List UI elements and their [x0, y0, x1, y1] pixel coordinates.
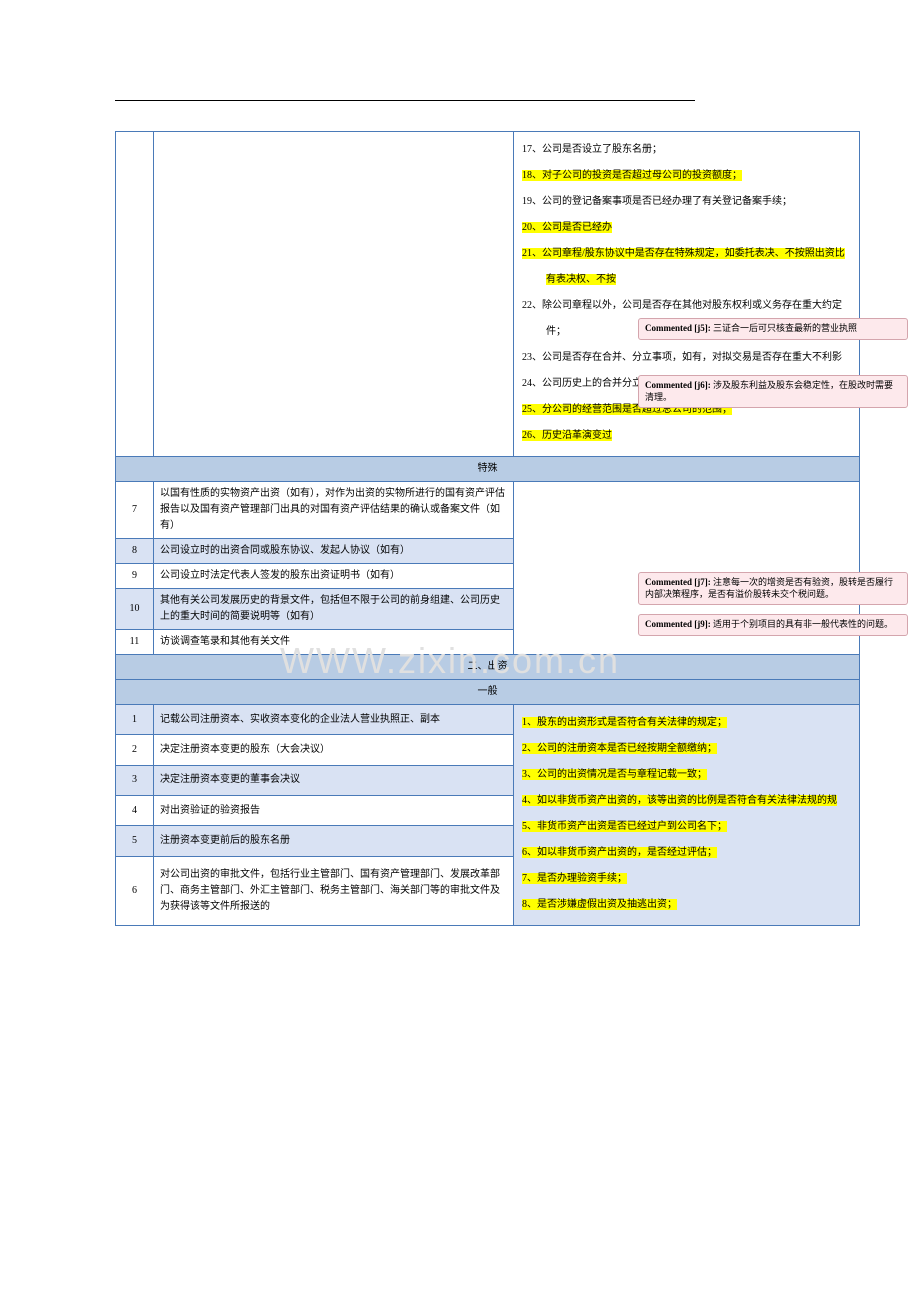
item-21: 21、公司章程/股东协议中是否存在特殊规定，如委托表决、不按照出资比	[522, 242, 851, 266]
item-26: 26、历史沿革演变过	[522, 424, 851, 448]
comment-j7-label: Commented [j7]:	[645, 577, 711, 587]
item-23: 23、公司是否存在合并、分立事项，如有，对拟交易是否存在重大不利影	[522, 346, 851, 370]
s2-right-cell: 1、股东的出资形式是否符合有关法律的规定； 2、公司的注册资本是否已经按期全额缴…	[514, 705, 860, 926]
item-18: 18、对子公司的投资是否超过母公司的投资额度；	[522, 164, 851, 188]
comment-j5: Commented [j5]: 三证合一后可只核查最新的营业执照	[638, 318, 908, 340]
row-num-9: 9	[116, 564, 154, 589]
item-20: 20、公司是否已经办	[522, 216, 851, 240]
s2-desc-2: 决定注册资本变更的股东（大会决议）	[154, 735, 514, 765]
s2r-3: 3、公司的出资情况是否与章程记载一致；	[522, 763, 851, 787]
s2r-7: 7、是否办理验资手续；	[522, 867, 851, 891]
s2r-6: 6、如以非货币资产出资的，是否经过评估；	[522, 841, 851, 865]
s2r-1: 1、股东的出资形式是否符合有关法律的规定；	[522, 711, 851, 735]
s2-num-5: 5	[116, 826, 154, 856]
row-desc-10: 其他有关公司发展历史的背景文件，包括但不限于公司的前身组建、公司历史上的重大时间…	[154, 589, 514, 630]
row-num-7: 7	[116, 482, 154, 539]
row-num-10: 10	[116, 589, 154, 630]
row-desc-7: 以国有性质的实物资产出资（如有），对作为出资的实物所进行的国有资产评估报告以及国…	[154, 482, 514, 539]
s2-desc-5: 注册资本变更前后的股东名册	[154, 826, 514, 856]
special-header: 特殊	[116, 457, 860, 482]
s2r-5: 5、非货币资产出资是否已经过户到公司名下；	[522, 815, 851, 839]
item-19: 19、公司的登记备案事项是否已经办理了有关登记备案手续；	[522, 190, 851, 214]
comment-j6: Commented [j6]: 涉及股东利益及股东会稳定性，在股改时需要清理。	[638, 375, 908, 408]
main-table: 17、公司是否设立了股东名册； 18、对子公司的投资是否超过母公司的投资额度； …	[115, 131, 860, 926]
s2r-4: 4、如以非货币资产出资的，该等出资的比例是否符合有关法律法规的规	[522, 789, 851, 813]
comment-j5-text: 三证合一后可只核查最新的营业执照	[713, 323, 857, 333]
s2-num-6: 6	[116, 856, 154, 925]
comment-j7: Commented [j7]: 注意每一次的增资是否有验资，股转是否履行内部决策…	[638, 572, 908, 605]
header-divider	[115, 100, 695, 101]
s2-desc-6: 对公司出资的审批文件，包括行业主管部门、国有资产管理部门、发展改革部门、商务主管…	[154, 856, 514, 925]
general-header: 一般	[116, 680, 860, 705]
s2-desc-3: 决定注册资本变更的董事会决议	[154, 765, 514, 795]
s2-num-3: 3	[116, 765, 154, 795]
comment-j9: Commented [j9]: 适用于个别项目的具有非一般代表性的问题。	[638, 614, 908, 636]
empty-desc-cell	[154, 132, 514, 457]
item-17: 17、公司是否设立了股东名册；	[522, 138, 851, 162]
empty-num-cell	[116, 132, 154, 457]
section2-header: 二、出资	[116, 655, 860, 680]
s2-num-1: 1	[116, 705, 154, 735]
comment-j6-label: Commented [j6]:	[645, 380, 711, 390]
s2-num-4: 4	[116, 796, 154, 826]
row-desc-8: 公司设立时的出资合同或股东协议、发起人协议（如有）	[154, 539, 514, 564]
s2-desc-4: 对出资验证的验资报告	[154, 796, 514, 826]
row-desc-11: 访谈调查笔录和其他有关文件	[154, 630, 514, 655]
comment-j9-label: Commented [j9]:	[645, 619, 711, 629]
s2-desc-1: 记载公司注册资本、实收资本变化的企业法人营业执照正、副本	[154, 705, 514, 735]
comment-j5-label: Commented [j5]:	[645, 323, 711, 333]
s2r-8: 8、是否涉嫌虚假出资及抽逃出资；	[522, 893, 851, 917]
row-num-8: 8	[116, 539, 154, 564]
item-21b: 有表决权、不按	[522, 268, 851, 292]
item-22: 22、除公司章程以外，公司是否存在其他对股东权利或义务存在重大约定	[522, 294, 851, 318]
row-num-11: 11	[116, 630, 154, 655]
comment-j9-text: 适用于个别项目的具有非一般代表性的问题。	[713, 619, 893, 629]
s2r-2: 2、公司的注册资本是否已经按期全额缴纳；	[522, 737, 851, 761]
row-desc-9: 公司设立时法定代表人签发的股东出资证明书（如有）	[154, 564, 514, 589]
s2-num-2: 2	[116, 735, 154, 765]
